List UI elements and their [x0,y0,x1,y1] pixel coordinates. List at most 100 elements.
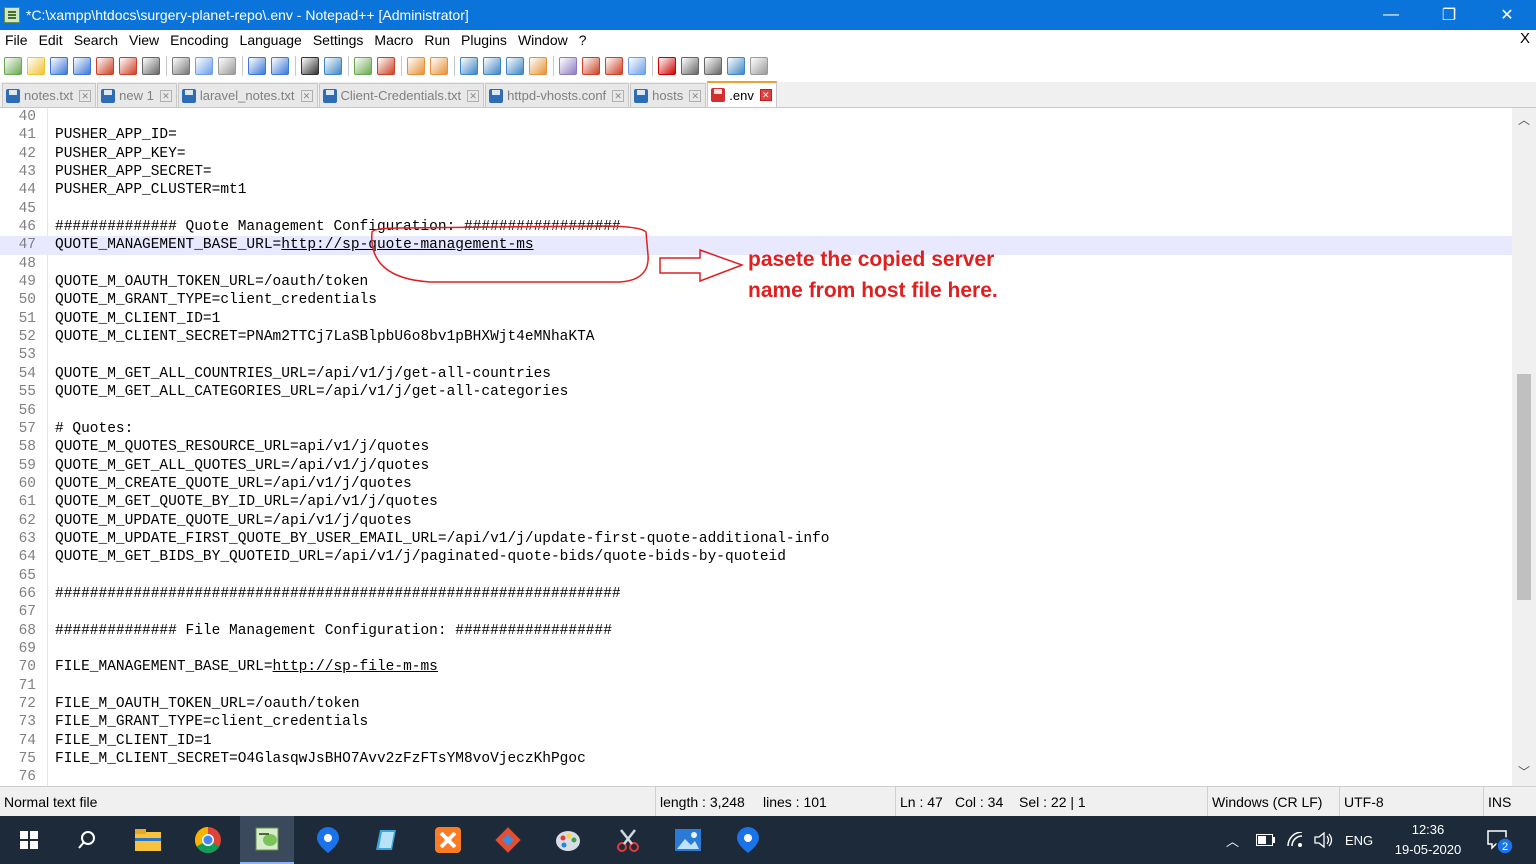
paste-icon[interactable] [218,57,236,75]
code-line[interactable]: 54 QUOTE_M_GET_ALL_COUNTRIES_URL=/api/v1/… [0,365,1512,383]
code-line[interactable]: 42 PUSHER_APP_KEY= [0,145,1512,163]
undo-icon[interactable] [248,57,266,75]
code-line[interactable]: 40 [0,108,1512,126]
code-line[interactable]: 76 [0,768,1512,786]
open-file-icon[interactable] [27,57,45,75]
taskbar-chrome[interactable] [181,816,235,864]
tab-close-icon[interactable]: ✕ [759,89,772,101]
code-line[interactable]: 56 [0,402,1512,420]
start-button[interactable] [2,816,56,864]
tab-3[interactable]: Client-Credentials.txt ✕ [318,83,485,107]
find-icon[interactable] [301,57,319,75]
close-all-icon[interactable] [119,57,137,75]
replace-icon[interactable] [324,57,342,75]
code-line[interactable]: 45 [0,200,1512,218]
tab-5[interactable]: hosts ✕ [630,83,707,107]
tab-6[interactable]: .env ✕ [707,81,777,107]
code-line[interactable]: 64 QUOTE_M_GET_BIDS_BY_QUOTEID_URL=/api/v… [0,548,1512,566]
taskbar-xampp[interactable] [421,816,475,864]
code-line[interactable]: 47 QUOTE_MANAGEMENT_BASE_URL=http://sp-qu… [0,236,1512,255]
code-line[interactable]: 55 QUOTE_M_GET_ALL_CATEGORIES_URL=/api/v1… [0,383,1512,401]
tab-2[interactable]: laravel_notes.txt ✕ [177,83,318,107]
code-line[interactable]: 65 [0,567,1512,585]
code-line[interactable]: 58 QUOTE_M_QUOTES_RESOURCE_URL=api/v1/j/q… [0,438,1512,456]
code-line[interactable]: 61 QUOTE_M_GET_QUOTE_BY_ID_URL=/api/v1/j/… [0,493,1512,511]
wifi-icon[interactable] [1286,816,1306,864]
code-line[interactable]: 41 PUSHER_APP_ID= [0,126,1512,144]
redo-icon[interactable] [271,57,289,75]
code-line[interactable]: 62 QUOTE_M_UPDATE_QUOTE_URL=/api/v1/j/quo… [0,512,1512,530]
scroll-up-icon[interactable]: ︿ [1518,114,1530,126]
search-button[interactable] [60,816,114,864]
status-eol[interactable]: Windows (CR LF) [1207,787,1339,817]
tray-chevron-up-icon[interactable]: ︿ [1226,816,1239,864]
code-line[interactable]: 74 FILE_M_CLIENT_ID=1 [0,732,1512,750]
taskbar-photos[interactable] [661,816,715,864]
play-macro-icon[interactable] [704,57,722,75]
close-icon[interactable] [96,57,114,75]
code-line[interactable]: 59 QUOTE_M_GET_ALL_QUOTES_URL=/api/v1/j/q… [0,457,1512,475]
menu-view[interactable]: View [124,32,165,48]
editor[interactable]: 40 41 PUSHER_APP_ID= 42 PUSHER_APP_KEY= 43 PUS… [0,108,1536,786]
code-line[interactable]: 63 QUOTE_M_UPDATE_FIRST_QUOTE_BY_USER_EMA… [0,530,1512,548]
menu-encoding[interactable]: Encoding [165,32,234,48]
volume-icon[interactable] [1314,816,1334,864]
save-all-icon[interactable] [73,57,91,75]
tab-close-icon[interactable]: ✕ [467,89,480,102]
monitor-icon[interactable] [628,57,646,75]
sync-vertical-icon[interactable] [407,57,425,75]
taskbar-file-explorer[interactable] [121,816,175,864]
taskbar-editor[interactable] [361,816,415,864]
scroll-thumb[interactable] [1517,374,1531,600]
function-list-icon[interactable] [582,57,600,75]
code-line[interactable]: 43 PUSHER_APP_SECRET= [0,163,1512,181]
tab-close-icon[interactable]: ✕ [79,89,92,102]
code-line[interactable]: 52 QUOTE_M_CLIENT_SECRET=PNAm2TTCj7LaSBlp… [0,328,1512,346]
maximize-button[interactable]: ❐ [1420,0,1478,30]
vertical-scrollbar[interactable]: ︿ ﹀ [1512,108,1536,786]
scroll-down-icon[interactable]: ﹀ [1518,766,1530,778]
new-file-icon[interactable] [4,57,22,75]
code-line[interactable]: 48 [0,255,1512,273]
show-all-chars-icon[interactable] [483,57,501,75]
code-line[interactable]: 75 FILE_M_CLIENT_SECRET=O4GlasqwJsBHO7Avv… [0,750,1512,768]
code-line[interactable]: 51 QUOTE_M_CLIENT_ID=1 [0,310,1512,328]
tab-close-icon[interactable]: ✕ [689,89,702,102]
menu-language[interactable]: Language [235,32,308,48]
menu-edit[interactable]: Edit [34,32,69,48]
code-line[interactable]: 60 QUOTE_M_CREATE_QUOTE_URL=/api/v1/j/quo… [0,475,1512,493]
menu-macro[interactable]: Macro [369,32,419,48]
code-line[interactable]: 71 [0,677,1512,695]
clock[interactable]: 12:36 19-05-2020 [1388,816,1468,864]
record-macro-icon[interactable] [658,57,676,75]
print-icon[interactable] [142,57,160,75]
menu-file[interactable]: File [0,32,34,48]
cut-icon[interactable] [172,57,190,75]
text-area[interactable]: 40 41 PUSHER_APP_ID= 42 PUSHER_APP_KEY= 43 PUS… [0,108,1512,786]
code-line[interactable]: 53 [0,346,1512,364]
code-line[interactable]: 44 PUSHER_APP_CLUSTER=mt1 [0,181,1512,199]
run-macro-multiple-icon[interactable] [727,57,745,75]
url-link[interactable]: http://sp-file-m-ms [273,659,438,675]
taskbar-git[interactable] [481,816,535,864]
taskbar-snipping-tool[interactable] [601,816,655,864]
tab-close-icon[interactable]: ✕ [300,89,313,102]
taskbar-notepad-plus-plus[interactable] [240,816,294,864]
input-language[interactable]: ENG [1345,816,1373,864]
url-link[interactable]: http://sp-quote-management-ms [281,237,533,253]
code-line[interactable]: 46 ############## Quote Management Config… [0,218,1512,236]
tab-1[interactable]: new 1 ✕ [97,83,177,107]
menu-window[interactable]: Window [513,32,574,48]
word-wrap-icon[interactable] [460,57,478,75]
tab-4[interactable]: httpd-vhosts.conf ✕ [485,83,630,107]
code-line[interactable]: 67 [0,603,1512,621]
menu-help[interactable]: ? [574,32,593,48]
taskbar-maps-pin-2[interactable] [721,816,775,864]
zoom-in-icon[interactable] [354,57,372,75]
code-line[interactable]: 72 FILE_M_OAUTH_TOKEN_URL=/oauth/token [0,695,1512,713]
copy-icon[interactable] [195,57,213,75]
menu-plugins[interactable]: Plugins [456,32,513,48]
code-line[interactable]: 57 # Quotes: [0,420,1512,438]
taskbar-paint[interactable] [541,816,595,864]
code-line[interactable]: 73 FILE_M_GRANT_TYPE=client_credentials [0,713,1512,731]
